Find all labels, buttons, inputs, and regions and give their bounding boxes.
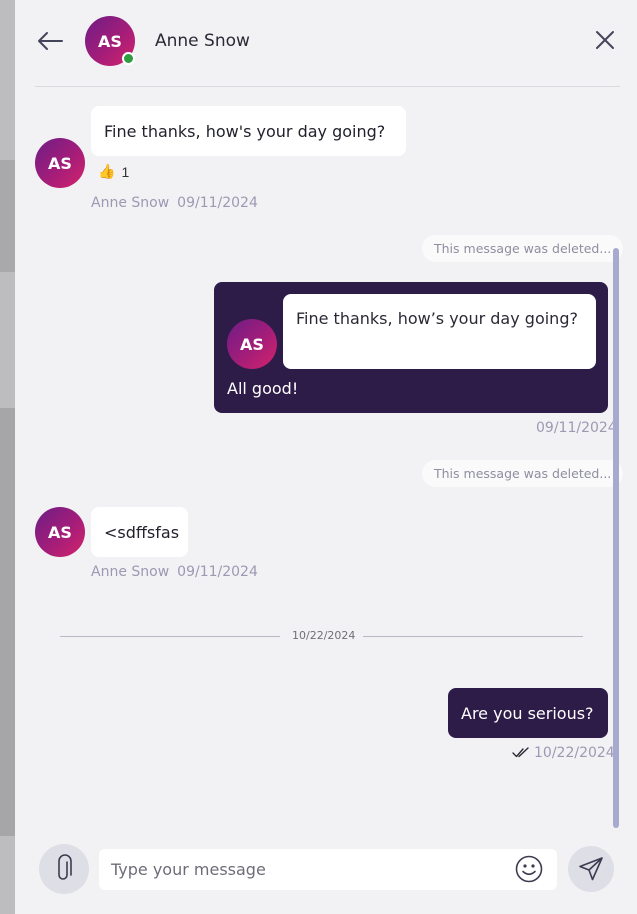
message-input[interactable] [99, 849, 557, 890]
message-text: Fine thanks, how's your day going? [104, 121, 386, 141]
message-text: All good! [227, 379, 299, 398]
message-date: 09/11/2024 [177, 564, 258, 580]
quoted-avatar: AS [227, 319, 277, 369]
message-meta: Anne Snow 09/11/2024 [91, 564, 258, 580]
message-date: 10/22/2024 [534, 745, 615, 761]
paperclip-icon [58, 854, 72, 880]
message-date: 09/11/2024 [177, 195, 258, 211]
close-button[interactable] [593, 28, 617, 52]
send-icon [579, 857, 603, 881]
message-date: 09/11/2024 [536, 420, 617, 436]
back-button[interactable] [35, 26, 65, 56]
thumbs-up-icon: 👍 [98, 163, 116, 179]
smiley-icon [515, 855, 543, 883]
send-button[interactable] [568, 846, 614, 892]
incoming-message-bubble[interactable]: Fine thanks, how's your day going? [91, 106, 406, 156]
message-list-scrollbar[interactable] [613, 248, 619, 828]
sender-name: Anne Snow [91, 195, 170, 211]
background-segment [0, 160, 15, 272]
message-meta: 09/11/2024 [536, 420, 617, 436]
background-segment [0, 0, 15, 160]
message-avatar[interactable]: AS [35, 138, 85, 188]
message-meta: Anne Snow 09/11/2024 [91, 195, 258, 211]
header-divider [35, 86, 620, 87]
background-overlay-strip [0, 0, 15, 914]
deleted-message-notice: This message was deleted... [422, 460, 624, 487]
double-check-icon [512, 747, 529, 758]
incoming-message-bubble[interactable]: <sdffsfas [91, 507, 188, 557]
online-status-indicator [122, 52, 135, 65]
sender-name: Anne Snow [91, 564, 170, 580]
background-segment [0, 836, 15, 914]
message-text: Are you serious? [461, 703, 594, 723]
message-avatar[interactable]: AS [35, 507, 85, 557]
background-segment [0, 408, 15, 836]
quoted-message[interactable]: Fine thanks, how’s your day going? [283, 294, 596, 369]
reaction-count: 1 [121, 163, 130, 180]
contact-name: Anne Snow [155, 31, 250, 51]
deleted-message-notice: This message was deleted... [422, 235, 624, 262]
arrow-left-icon [38, 32, 63, 50]
close-icon [596, 31, 614, 49]
attach-button[interactable] [39, 844, 89, 894]
date-separator-line [60, 636, 280, 637]
message-reaction[interactable]: 👍 1 [98, 163, 129, 180]
date-separator-label: 10/22/2024 [292, 629, 356, 642]
message-meta: 10/22/2024 [512, 745, 615, 761]
message-text: <sdffsfas [104, 522, 180, 542]
background-segment [0, 272, 15, 408]
outgoing-message-bubble[interactable]: Are you serious? [448, 688, 608, 738]
emoji-button[interactable] [514, 854, 544, 884]
outgoing-message-bubble[interactable]: AS Fine thanks, how’s your day going? Al… [214, 282, 608, 413]
chat-panel: AS Anne Snow AS Fine thanks, how's your … [15, 0, 637, 914]
date-separator-line [363, 636, 583, 637]
chat-header: AS Anne Snow [15, 0, 637, 87]
